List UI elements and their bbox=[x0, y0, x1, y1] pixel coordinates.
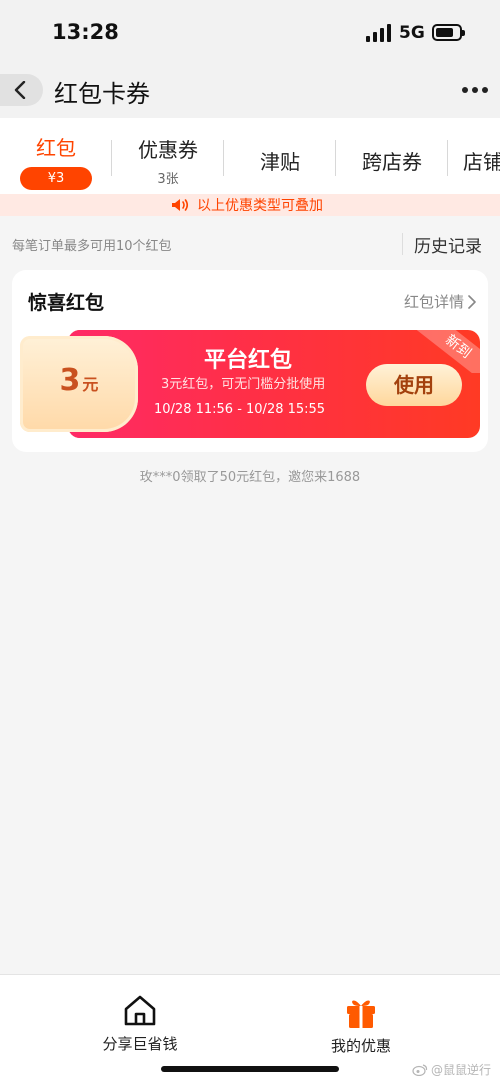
notice-bar: 以上优惠类型可叠加 bbox=[0, 194, 500, 216]
tab-cross-store[interactable]: 跨店券 bbox=[346, 118, 438, 194]
coupon-name: 平台红包 bbox=[204, 348, 293, 373]
detail-label: 红包详情 bbox=[403, 293, 464, 311]
chevron-left-icon bbox=[14, 81, 26, 99]
status-bar: 13:28 5G bbox=[0, 0, 500, 64]
gift-icon bbox=[347, 1000, 375, 1028]
page-title: 红包卡券 bbox=[54, 80, 150, 108]
nav-bar: 红包卡券 bbox=[0, 64, 500, 118]
hongbao-detail-link[interactable]: 红包详情 bbox=[404, 291, 476, 312]
notice-text: 以上优惠类型可叠加 bbox=[197, 198, 323, 214]
amount-unit: 元 bbox=[82, 375, 99, 394]
tab-divider bbox=[111, 140, 112, 176]
bottom-nav: 分享巨省钱 我的优惠 @鼠鼠逆行 bbox=[0, 974, 500, 1082]
bottom-nav-share[interactable]: 分享巨省钱 bbox=[80, 995, 200, 1054]
watermark-text: @鼠鼠逆行 bbox=[431, 1063, 492, 1077]
tab-badge: ¥3 bbox=[20, 167, 92, 190]
tab-divider bbox=[223, 140, 224, 176]
bottom-nav-label: 我的优惠 bbox=[330, 1037, 391, 1055]
bottom-nav-my-offers[interactable]: 我的优惠 bbox=[301, 995, 421, 1056]
tab-allowance[interactable]: 津贴 bbox=[234, 118, 326, 194]
watermark: @鼠鼠逆行 bbox=[412, 1061, 491, 1078]
coupon-validity: 10/28 11:56 - 10/28 15:55 bbox=[154, 402, 326, 417]
tab-coupons[interactable]: 优惠券 3张 bbox=[122, 118, 214, 194]
tab-divider bbox=[447, 140, 448, 176]
tab-label: 优惠券 bbox=[138, 138, 198, 162]
tab-bar: 红包 ¥3 优惠券 3张 津贴 跨店券 店铺 bbox=[0, 118, 500, 194]
tab-divider bbox=[335, 140, 336, 176]
history-link[interactable]: 历史记录 bbox=[414, 232, 482, 257]
coupon[interactable]: 3元 新到 平台红包 3元红包，可无门槛分批使用 10/28 11:56 - 1… bbox=[20, 329, 480, 439]
coupon-amount: 3元 bbox=[20, 363, 138, 398]
battery-icon bbox=[432, 24, 465, 41]
tab-count: 3张 bbox=[157, 172, 179, 187]
tab-hongbao[interactable]: 红包 ¥3 bbox=[14, 118, 98, 194]
amount-value: 3 bbox=[59, 363, 81, 398]
coupon-amount-panel: 3元 bbox=[20, 336, 138, 432]
status-time: 13:28 bbox=[52, 20, 119, 44]
bottom-nav-label: 分享巨省钱 bbox=[102, 1035, 178, 1053]
network-label: 5G bbox=[399, 23, 425, 43]
tab-label: 红包 bbox=[36, 136, 76, 160]
signal-icon bbox=[366, 24, 392, 42]
surprise-hongbao-card: 惊喜红包 红包详情 3元 新到 平台红包 3元红包，可无门槛分批使用 10/28… bbox=[12, 270, 488, 452]
limit-text: 每笔订单最多可用10个红包 bbox=[12, 239, 172, 254]
more-icon[interactable] bbox=[460, 78, 490, 102]
use-button[interactable]: 使用 bbox=[366, 364, 462, 406]
coupon-desc: 3元红包，可无门槛分批使用 bbox=[161, 377, 326, 392]
chevron-right-icon bbox=[468, 294, 476, 309]
tab-label: 跨店券 bbox=[362, 150, 422, 174]
tab-label: 津贴 bbox=[260, 150, 300, 174]
weibo-icon bbox=[412, 1063, 428, 1076]
tab-store[interactable]: 店铺 bbox=[463, 118, 500, 194]
home-icon bbox=[124, 995, 156, 1026]
home-indicator bbox=[161, 1066, 339, 1072]
speaker-icon bbox=[172, 199, 189, 211]
section-title: 惊喜红包 bbox=[28, 292, 105, 314]
tab-label: 店铺 bbox=[463, 150, 500, 174]
claim-note: 玫***0领取了50元红包，邀您来1688 bbox=[139, 470, 361, 485]
back-button[interactable] bbox=[0, 74, 43, 106]
divider bbox=[402, 233, 403, 255]
